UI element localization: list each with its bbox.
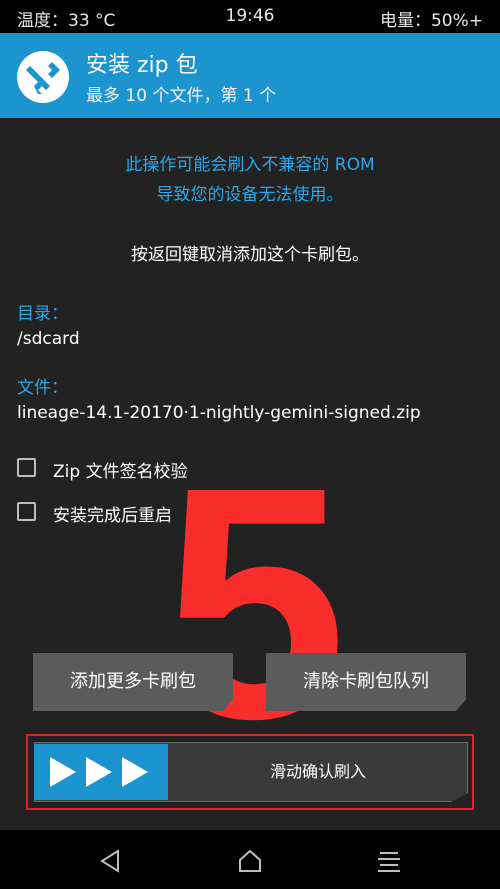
navigation-bar: [0, 830, 500, 889]
page-subtitle: 最多 10 个文件，第 1 个: [86, 86, 277, 106]
warning-line-2: 导致您的设备无法使用。: [156, 185, 344, 205]
swipe-to-confirm-label: 滑动确认刷入: [269, 762, 366, 781]
reboot-after-install-checkbox[interactable]: [17, 502, 36, 521]
swipe-highlight-frame: 滑动确认刷入: [26, 734, 474, 810]
menu-icon[interactable]: [376, 848, 402, 874]
directory-value: /sdcard: [17, 329, 80, 349]
add-more-zips-button[interactable]: 添加更多卡刷包: [33, 653, 233, 711]
header-bar: 安装 zip 包 最多 10 个文件，第 1 个: [0, 33, 500, 118]
home-icon[interactable]: [237, 848, 263, 874]
zip-signature-checkbox[interactable]: [17, 458, 36, 477]
main-content: 此操作可能会刷入不兼容的 ROM 导致您的设备无法使用。 按返回键取消添加这个卡…: [0, 118, 500, 830]
twrp-logo-icon: [17, 51, 69, 103]
battery-status: 电量：50%+: [379, 11, 483, 31]
swipe-arrows-icon: [50, 757, 148, 787]
file-label: 文件：: [17, 378, 68, 398]
clear-zip-queue-button[interactable]: 清除卡刷包队列: [266, 653, 466, 711]
warning-line-1: 此操作可能会刷入不兼容的 ROM: [125, 155, 375, 175]
status-bar: 温度：33 °C 19:46 电量：50%+: [0, 0, 500, 33]
cancel-hint: 按返回键取消添加这个卡刷包。: [131, 245, 369, 265]
swipe-handle[interactable]: [34, 744, 168, 800]
back-triangle-icon[interactable]: [98, 848, 124, 874]
reboot-after-install-label: 安装完成后重启: [53, 506, 172, 526]
directory-label: 目录：: [17, 304, 68, 324]
overlay-step-number: 5: [163, 418, 347, 787]
page-title: 安装 zip 包: [86, 53, 198, 78]
